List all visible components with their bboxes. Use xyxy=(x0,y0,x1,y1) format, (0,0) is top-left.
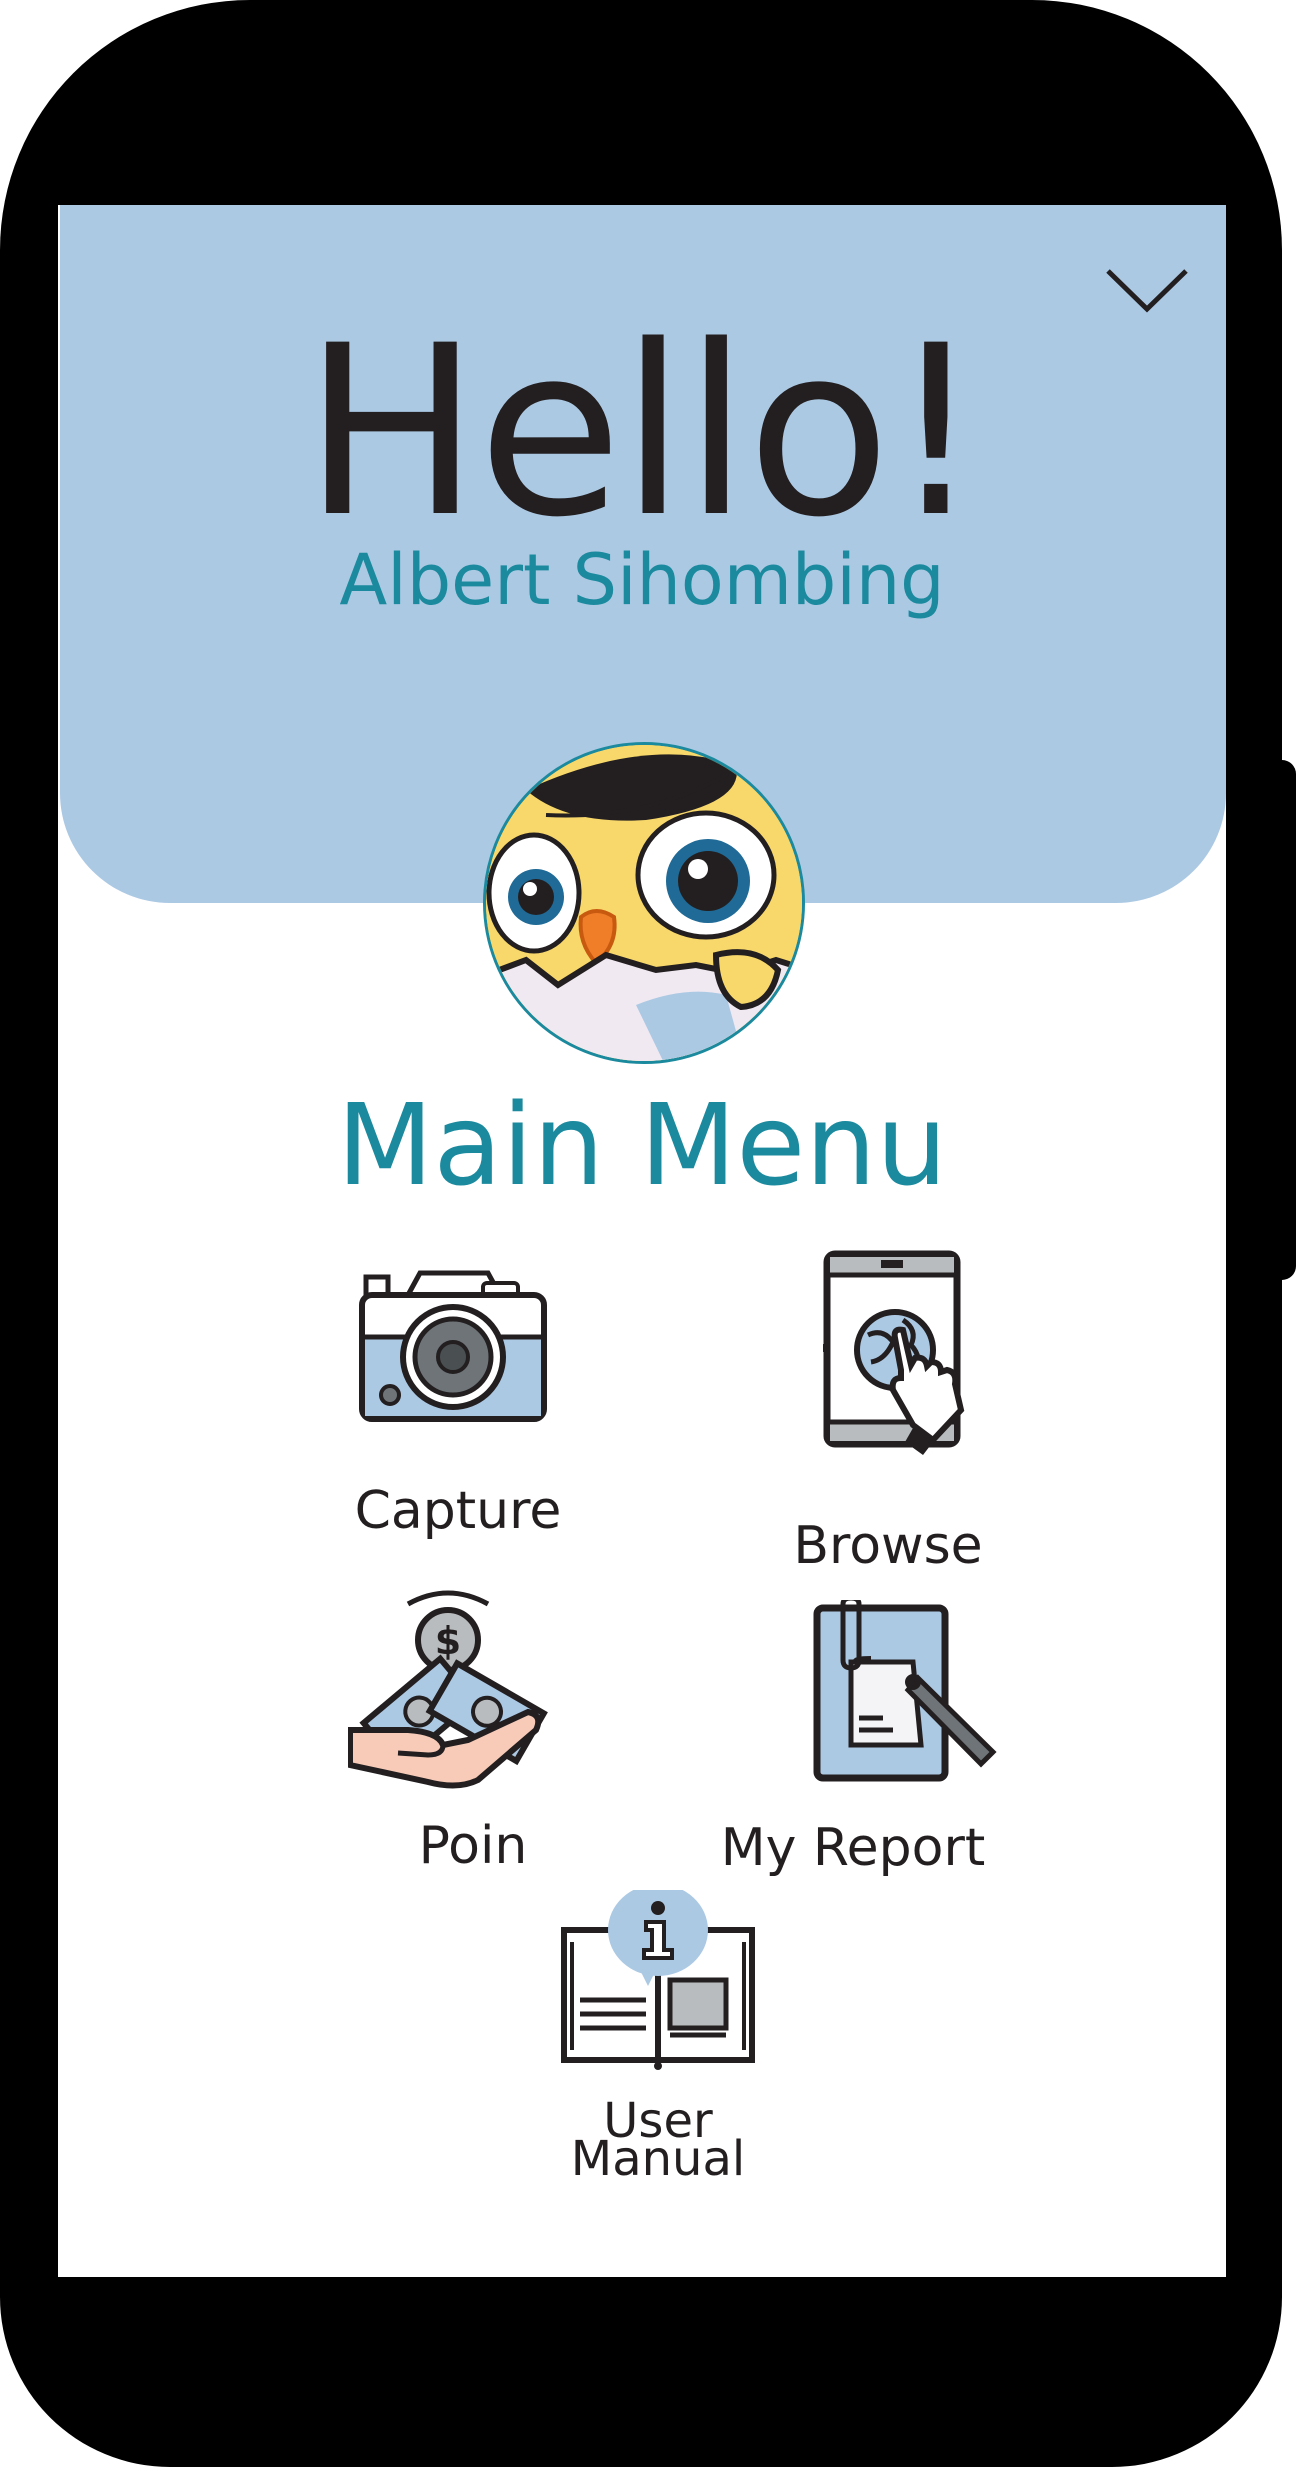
menu-item-capture[interactable]: Capture xyxy=(328,1265,588,1565)
menu-item-poin[interactable]: $ Poin xyxy=(338,1590,608,1905)
report-clipboard-icon xyxy=(813,1600,997,1782)
camera-icon xyxy=(359,1270,547,1422)
main-menu-title: Main Menu xyxy=(336,1081,948,1211)
money-hand-icon: $ xyxy=(348,1590,548,1789)
chick-avatar-icon xyxy=(486,745,802,1061)
app-screen: Hello! Albert Sihombing Main Menu Captur… xyxy=(58,205,1226,2277)
chevron-down-icon[interactable] xyxy=(1104,265,1190,315)
greeting-title: Hello! xyxy=(303,296,983,569)
menu-item-my-report[interactable]: My Report xyxy=(698,1600,1008,1910)
manual-book-icon xyxy=(561,1890,755,2070)
menu-label-my-report: My Report xyxy=(720,1818,986,1878)
menu-label-poin: Poin xyxy=(418,1816,528,1876)
menu-item-browse[interactable]: Browse xyxy=(738,1250,1038,1585)
user-avatar[interactable] xyxy=(483,742,805,1064)
menu-item-user-manual[interactable]: User Manual xyxy=(528,1890,788,2185)
menu-label-manual: Manual xyxy=(570,2131,746,2187)
tablet-globe-icon xyxy=(823,1250,965,1455)
phone-side-button xyxy=(1270,760,1296,1280)
user-name: Albert Sihombing xyxy=(339,539,945,621)
phone-device: Hello! Albert Sihombing Main Menu Captur… xyxy=(0,0,1298,2469)
menu-label-capture: Capture xyxy=(354,1481,562,1541)
menu-label-browse: Browse xyxy=(793,1516,983,1576)
